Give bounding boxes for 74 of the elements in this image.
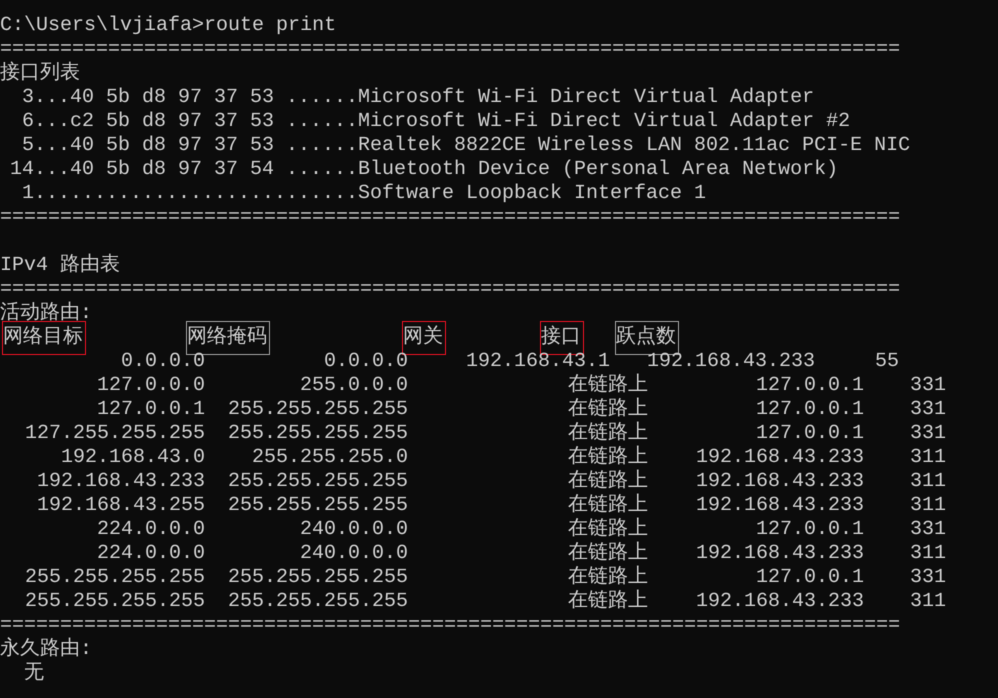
metric-cell-text: 311 (908, 470, 946, 494)
metric-cell-text: 311 (908, 590, 946, 614)
gateway-cell-text: 在链路上 (567, 470, 648, 494)
destination-cell-text: 192.168.43.233 (36, 470, 205, 494)
column-header: 跃点数 (615, 321, 679, 355)
destination-cell-text: 192.168.43.0 (60, 446, 205, 470)
interface-cell-text: 127.0.0.1 (754, 374, 864, 398)
interface-cell-text: 192.168.43.233 (694, 542, 864, 566)
interface-id: 6...c2 5b d8 97 37 53 ...... (20, 110, 358, 134)
interface-id: 1........................... (20, 182, 358, 206)
gateway-cell-text: 在链路上 (567, 590, 648, 614)
gateway-cell-text: 在链路上 (567, 518, 648, 542)
interface-id: 5...40 5b d8 97 37 53 ...... (20, 134, 358, 158)
separator-line: =========================================================================== (0, 614, 902, 637)
netmask-cell-text: 255.255.255.255 (226, 494, 408, 518)
interface-cell-text: 192.168.43.233 (694, 470, 864, 494)
destination-cell-text: 192.168.43.255 (36, 494, 205, 518)
column-header: 网络掩码 (186, 321, 270, 355)
column-header: 网络目标 (2, 321, 86, 355)
interface-cell-text: 127.0.0.1 (754, 566, 864, 590)
metric-cell-text: 55 (874, 350, 899, 374)
section-label: 永久路由: (0, 638, 92, 662)
gateway-cell-text: 在链路上 (567, 398, 648, 422)
destination-cell-text: 255.255.255.255 (24, 566, 205, 590)
separator-line: =========================================================================== (0, 206, 902, 230)
interface-cell-text: 127.0.0.1 (754, 518, 864, 542)
netmask-cell-text: 240.0.0.0 (298, 542, 408, 566)
interface-id: 3...40 5b d8 97 37 53 ...... (20, 86, 358, 110)
destination-cell-text: 127.0.0.1 (96, 398, 205, 422)
separator-line: =========================================================================== (0, 278, 902, 302)
netmask-cell-text: 255.255.255.255 (226, 566, 408, 590)
destination-cell-text: 224.0.0.0 (96, 542, 205, 566)
netmask-cell-text: 255.255.255.255 (226, 470, 408, 494)
netmask-cell-text: 255.0.0.0 (298, 374, 408, 398)
metric-cell-text: 331 (908, 398, 946, 422)
interface-cell-text: 127.0.0.1 (754, 422, 864, 446)
interface-cell-text: 192.168.43.233 (694, 590, 864, 614)
gateway-cell-text: 在链路上 (567, 422, 648, 446)
metric-cell-text: 311 (908, 446, 946, 470)
metric-cell-text: 331 (908, 374, 946, 398)
interface-name: Realtek 8822CE Wireless LAN 802.11ac PCI-E NIC (358, 134, 910, 158)
interface-cell-text: 127.0.0.1 (754, 398, 864, 422)
interface-name: Microsoft Wi-Fi Direct Virtual Adapter #2 (358, 110, 850, 134)
gateway-cell-text: 在链路上 (567, 446, 648, 470)
command-text: route print (204, 14, 336, 38)
interface-name: Software Loopback Interface 1 (358, 182, 706, 206)
destination-cell-text: 127.0.0.0 (96, 374, 205, 398)
netmask-cell-text: 255.255.255.0 (250, 446, 408, 470)
netmask-cell-text: 255.255.255.255 (226, 590, 408, 614)
interface-id: 14...40 5b d8 97 37 54 ...... (8, 158, 358, 182)
metric-cell-text: 311 (908, 542, 946, 566)
gateway-cell-text: 在链路上 (567, 566, 648, 590)
gateway-cell-text: 在链路上 (567, 542, 648, 566)
command-prompt: C:\Users\lvjiafa> (0, 14, 204, 38)
persistent-route-value: 无 (23, 662, 44, 686)
metric-cell-text: 311 (908, 494, 946, 518)
destination-cell-text: 224.0.0.0 (96, 518, 205, 542)
metric-cell-text: 331 (908, 518, 946, 542)
netmask-cell-text: 255.255.255.255 (226, 398, 408, 422)
interface-name: Bluetooth Device (Personal Area Network) (358, 158, 838, 182)
section-title: IPv4 路由表 (0, 254, 120, 278)
gateway-cell-text: 在链路上 (567, 374, 648, 398)
netmask-cell-text: 255.255.255.255 (226, 422, 408, 446)
interface-cell-text: 192.168.43.233 (694, 494, 864, 518)
interface-name: Microsoft Wi-Fi Direct Virtual Adapter (358, 86, 814, 110)
netmask-cell-text: 240.0.0.0 (298, 518, 408, 542)
section-title: 接口列表 (0, 62, 80, 86)
interface-cell-text: 192.168.43.233 (694, 446, 864, 470)
gateway-cell-text: 在链路上 (567, 494, 648, 518)
destination-cell-text: 127.255.255.255 (24, 422, 205, 446)
metric-cell-text: 331 (908, 566, 946, 590)
destination-cell-text: 255.255.255.255 (24, 590, 205, 614)
separator-line: =========================================================================== (0, 38, 902, 61)
metric-cell-text: 331 (908, 422, 946, 446)
